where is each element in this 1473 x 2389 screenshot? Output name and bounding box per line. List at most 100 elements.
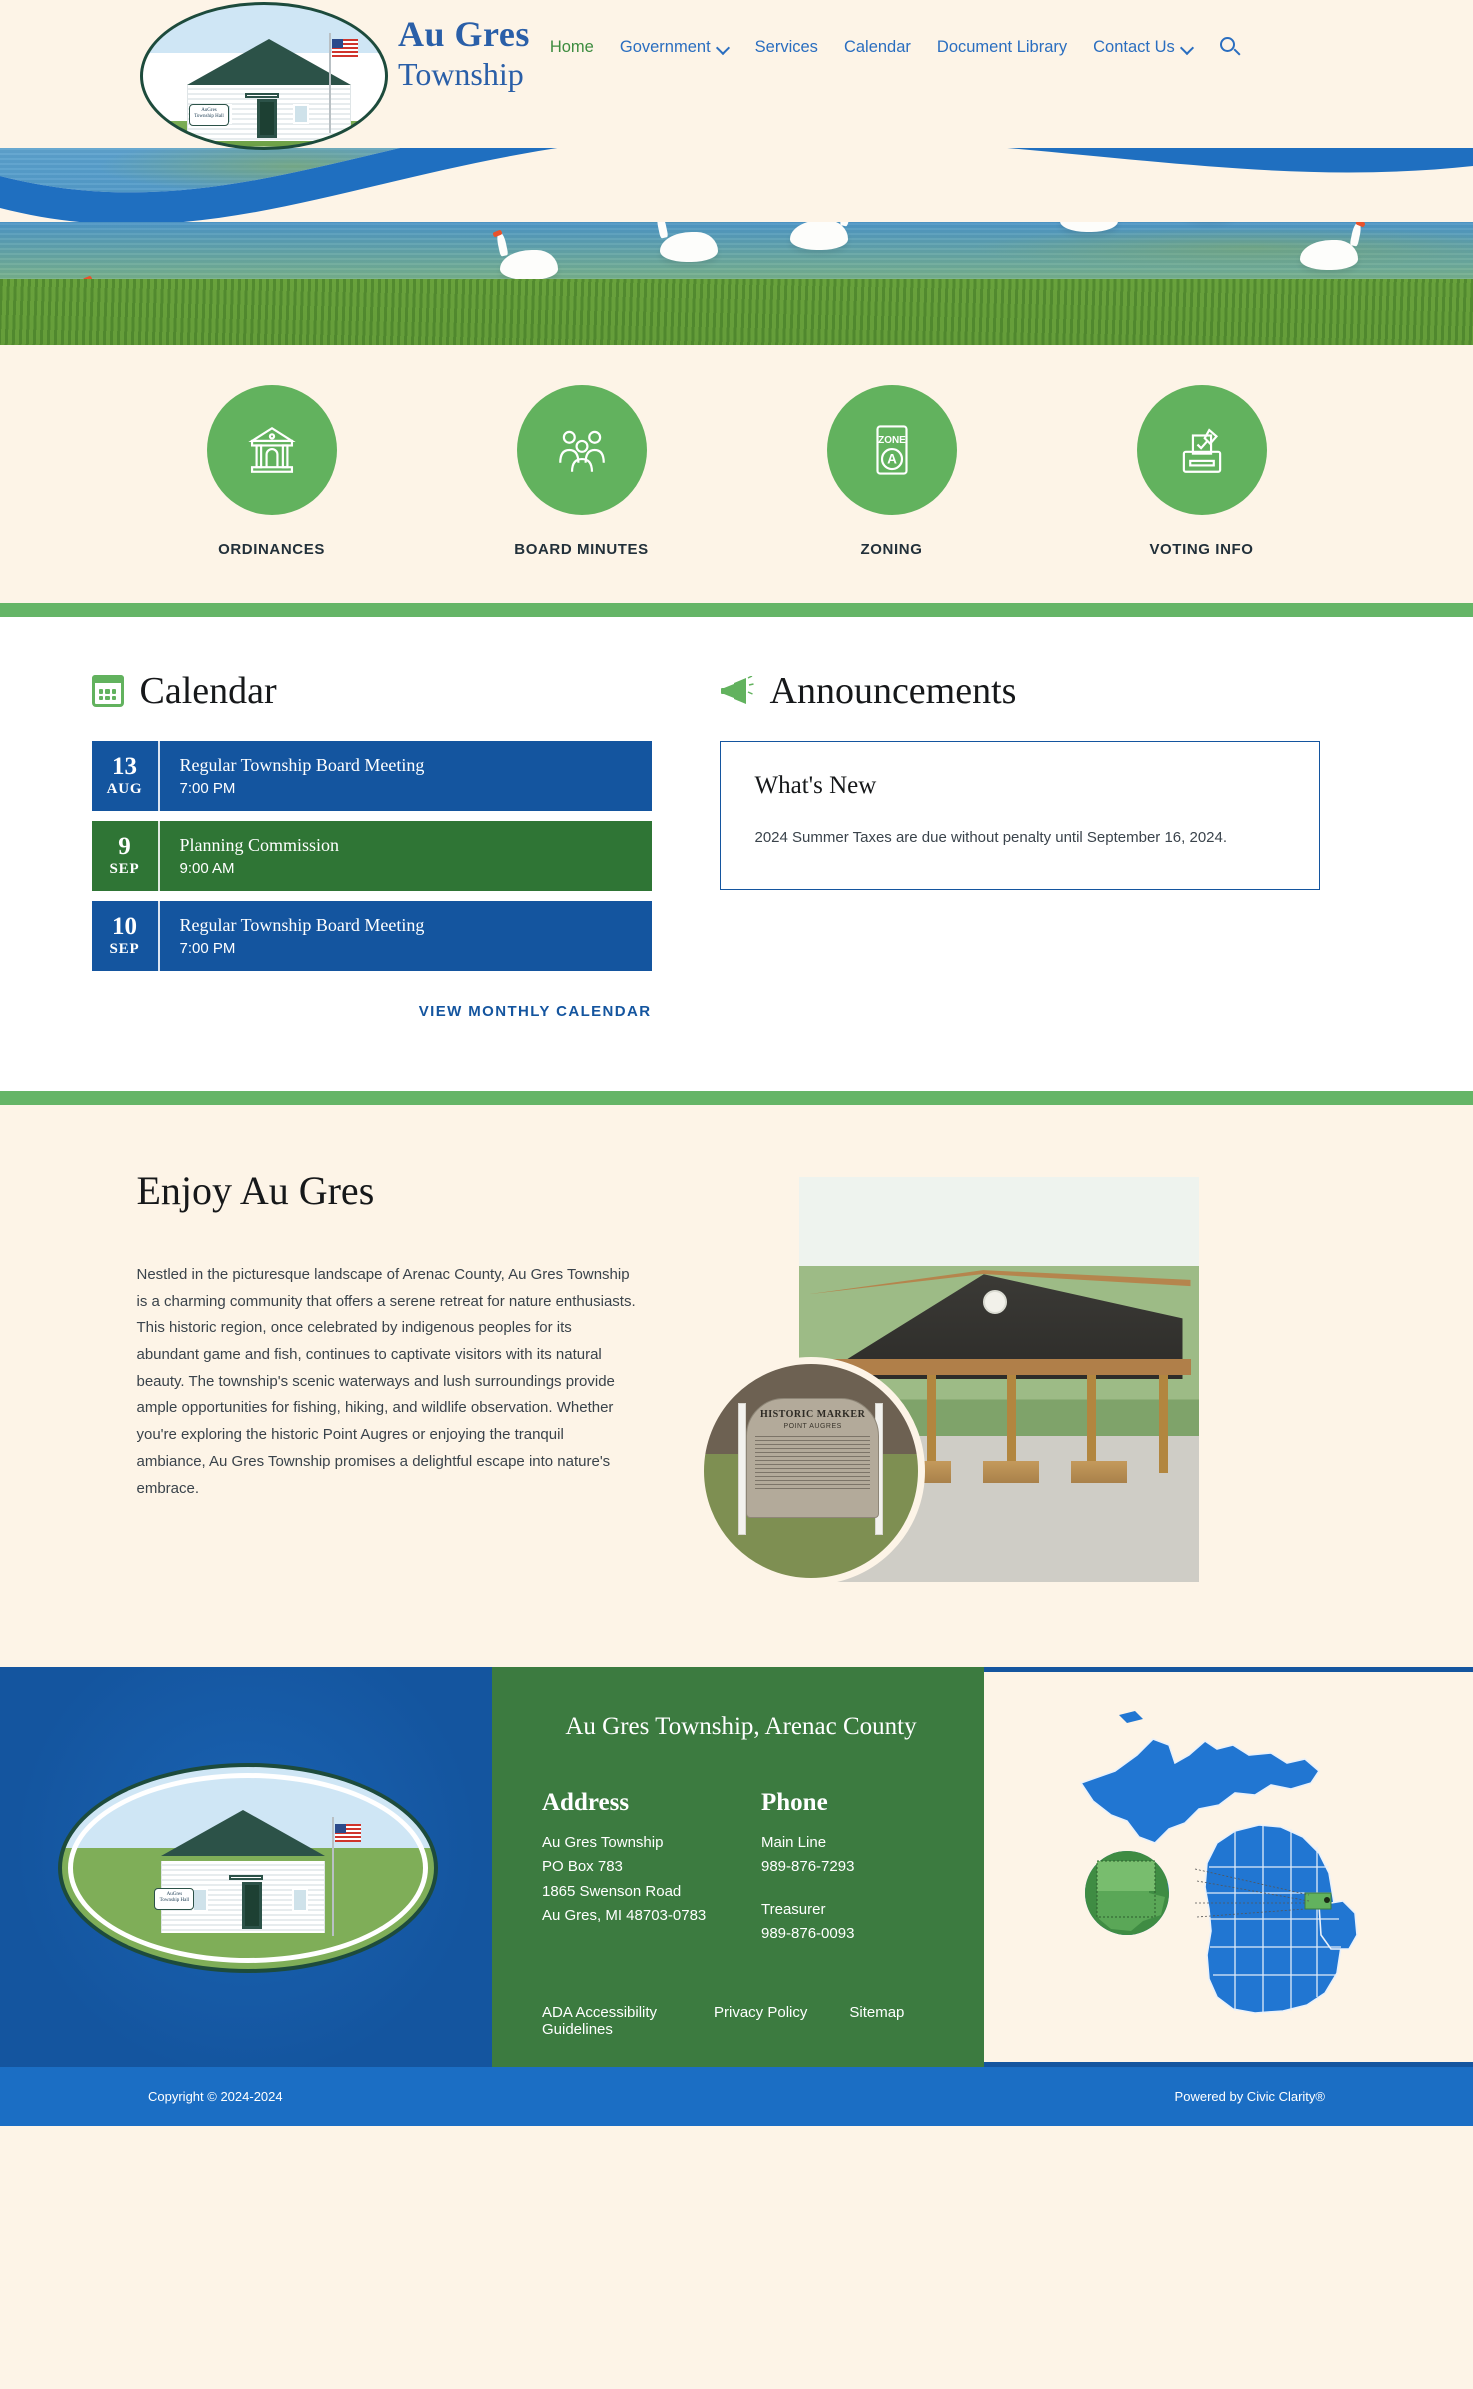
pavilion-medallion xyxy=(982,1290,1007,1315)
site-header: AuGres Township Hall Au Gres Township Ho… xyxy=(0,0,1473,150)
event-month: SEP xyxy=(109,860,140,877)
nav-label: Home xyxy=(549,37,594,56)
address-line: PO Box 783 xyxy=(542,1858,623,1876)
address-line: Au Gres Township xyxy=(542,1834,664,1851)
enjoy-section: Enjoy Au Gres Nestled in the picturesque… xyxy=(0,1105,1473,1667)
chevron-down-icon xyxy=(1182,42,1193,53)
event-time: 7:00 PM xyxy=(179,940,236,957)
courthouse-icon xyxy=(206,385,337,515)
event-time: 9:00 AM xyxy=(179,860,235,877)
american-flag-icon xyxy=(335,1823,362,1842)
swan-illustration xyxy=(500,250,558,280)
footer-map-panel xyxy=(984,1667,1473,2067)
nav-item-calendar[interactable]: Calendar xyxy=(844,38,911,57)
site-footer: AuGres Township Hall Au Gres Township, A… xyxy=(0,1667,1473,2067)
ballot-box-icon xyxy=(1136,385,1267,515)
hall-sign: AuGres Township Hall xyxy=(188,104,229,127)
quick-links-section: ORDINANCES BOARD MINUTES ZONE A ZONING V… xyxy=(0,345,1473,603)
marker-title: HISTORIC MARKER xyxy=(759,1409,866,1421)
calendar-event-row[interactable]: 10 SEP Regular Township Board Meeting 7:… xyxy=(91,901,652,971)
section-divider xyxy=(0,1091,1473,1105)
footer-phone-block: Phone Main Line 989-876-7293 Treasurer 9… xyxy=(761,1789,940,1946)
footer-link-privacy-policy[interactable]: Privacy Policy xyxy=(714,2004,807,2038)
quick-link-voting-info[interactable]: VOTING INFO xyxy=(1112,385,1292,559)
footer-link-ada-accessibility[interactable]: ADA Accessibility Guidelines xyxy=(542,2004,672,2038)
quick-link-label: ZONING xyxy=(860,541,923,558)
svg-text:A: A xyxy=(887,452,897,467)
announcement-body: 2024 Summer Taxes are due without penalt… xyxy=(754,829,1228,846)
brand-wordmark[interactable]: Au Gres Township xyxy=(398,0,530,90)
address-heading: Address xyxy=(542,1789,630,1816)
calendar-column: Calendar 13 AUG Regular Township Board M… xyxy=(91,669,652,1021)
event-month: AUG xyxy=(106,780,143,797)
event-month: SEP xyxy=(109,940,140,957)
footer-photo-panel: AuGres Township Hall xyxy=(0,1667,492,2067)
hero-grass-bottom xyxy=(0,279,1473,345)
nav-label: Calendar xyxy=(843,37,911,56)
nav-item-document-library[interactable]: Document Library xyxy=(937,38,1067,57)
swan-illustration xyxy=(790,220,848,250)
nav-label: Document Library xyxy=(936,37,1068,56)
view-monthly-calendar-link[interactable]: VIEW MONTHLY CALENDAR xyxy=(419,1003,652,1020)
nav-label: Government xyxy=(619,37,711,56)
historic-marker-inset-photo: HISTORIC MARKER POINT AUGRES xyxy=(696,1357,925,1585)
event-day: 13 xyxy=(112,753,137,781)
footer-link-sitemap[interactable]: Sitemap xyxy=(849,2004,904,2038)
page-root: AuGres Township Hall Au Gres Township Ho… xyxy=(0,0,1473,2126)
event-day: 9 xyxy=(118,833,131,861)
township-hall-illustration: AuGres Township Hall xyxy=(143,5,385,147)
event-date: 13 AUG xyxy=(92,741,160,811)
treasurer-label: Treasurer xyxy=(761,1900,826,1918)
address-line: Au Gres, MI 48703-0783 xyxy=(542,1906,707,1924)
calendar-event-row[interactable]: 9 SEP Planning Commission 9:00 AM xyxy=(91,821,652,891)
site-logo[interactable]: AuGres Township Hall xyxy=(140,2,388,150)
svg-text:ZONE: ZONE xyxy=(878,435,906,446)
search-icon[interactable] xyxy=(1219,36,1241,58)
enjoy-heading: Enjoy Au Gres xyxy=(136,1168,375,1213)
swan-illustration xyxy=(1180,190,1238,220)
swan-illustration xyxy=(1060,202,1118,232)
announcement-card[interactable]: What's New 2024 Summer Taxes are due wit… xyxy=(719,741,1320,890)
calendar-event-row[interactable]: 13 AUG Regular Township Board Meeting 7:… xyxy=(91,741,652,811)
event-title: Regular Township Board Meeting xyxy=(179,755,425,775)
nav-item-government[interactable]: Government xyxy=(620,38,729,57)
calendar-heading-row: Calendar xyxy=(91,669,652,713)
enjoy-media-block: HISTORIC MARKER POINT AUGRES xyxy=(696,1167,1217,1587)
main-line-label: Main Line xyxy=(761,1834,827,1851)
brand-line-2: Township xyxy=(398,56,524,92)
michigan-map xyxy=(1079,1711,1358,2014)
main-navigation: Home Government Services Calendar Docume… xyxy=(550,0,1241,58)
main-content: Calendar 13 AUG Regular Township Board M… xyxy=(0,617,1473,1091)
quick-link-zoning[interactable]: ZONE A ZONING xyxy=(802,385,982,559)
nav-item-services[interactable]: Services xyxy=(755,38,818,57)
announcements-heading-row: Announcements xyxy=(720,669,1320,713)
quick-link-label: ORDINANCES xyxy=(218,541,325,558)
quick-link-ordinances[interactable]: ORDINANCES xyxy=(182,385,362,559)
chevron-down-icon xyxy=(718,42,729,53)
quick-link-board-minutes[interactable]: BOARD MINUTES xyxy=(492,385,672,559)
section-divider xyxy=(0,603,1473,617)
swan-illustration xyxy=(1300,240,1358,270)
treasurer-number[interactable]: 989-876-0093 xyxy=(761,1922,940,1946)
announcements-column: Announcements What's New 2024 Summer Tax… xyxy=(719,669,1320,1021)
announcement-title: What's New xyxy=(754,772,877,799)
nav-item-home[interactable]: Home xyxy=(550,38,594,57)
main-line-number[interactable]: 989-876-7293 xyxy=(761,1855,940,1879)
people-group-icon xyxy=(516,385,647,515)
nav-label: Contact Us xyxy=(1093,37,1175,56)
event-date: 10 SEP xyxy=(92,901,160,971)
footer-title: Au Gres Township, Arenac County xyxy=(565,1713,917,1740)
hall-sign: AuGres Township Hall xyxy=(154,1888,195,1911)
event-title: Planning Commission xyxy=(179,835,340,855)
copyright-bar: Copyright © 2024-2024 Powered by Civic C… xyxy=(0,2067,1473,2126)
enjoy-body: Nestled in the picturesque landscape of … xyxy=(136,1266,636,1497)
phone-heading: Phone xyxy=(761,1789,828,1816)
quick-link-label: VOTING INFO xyxy=(1149,541,1254,558)
copyright-text: Copyright © 2024-2024 xyxy=(148,2089,283,2104)
event-time: 7:00 PM xyxy=(179,780,236,797)
calendar-heading: Calendar xyxy=(139,670,277,712)
nav-item-contact-us[interactable]: Contact Us xyxy=(1093,38,1193,57)
logo-oval-frame: AuGres Township Hall xyxy=(140,2,388,150)
enjoy-text-block: Enjoy Au Gres Nestled in the picturesque… xyxy=(117,1167,637,1587)
historic-marker-sign: HISTORIC MARKER POINT AUGRES xyxy=(746,1398,879,1519)
